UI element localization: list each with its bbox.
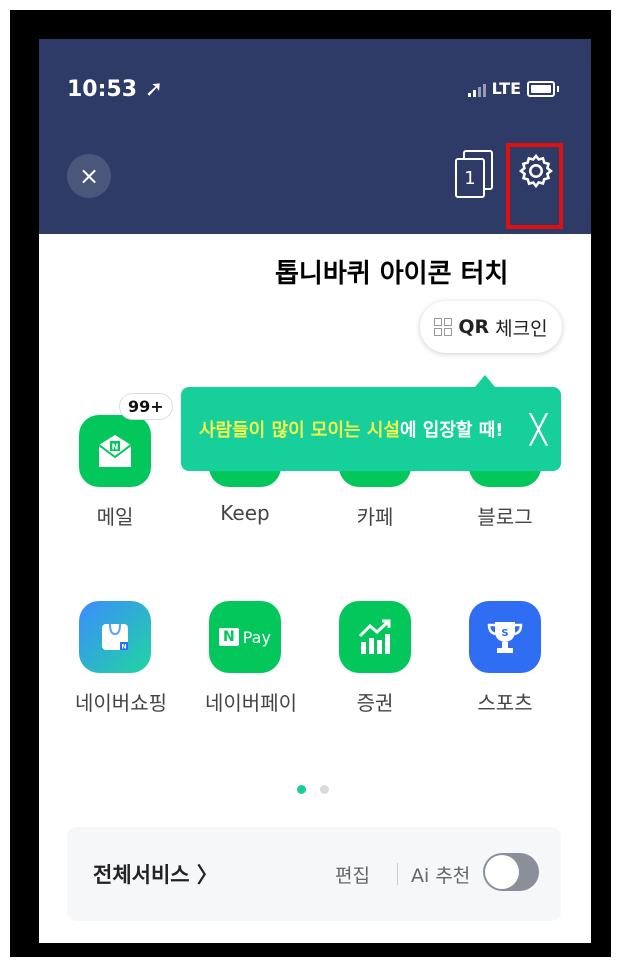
gear-icon[interactable] <box>517 152 555 190</box>
signal-icon <box>467 81 486 97</box>
shopping-icon: N <box>79 601 151 673</box>
all-services-link[interactable]: 전체서비스 〉 <box>93 859 218 889</box>
trophy-icon: S <box>469 601 541 673</box>
page-dot-active <box>297 785 306 794</box>
svg-text:N: N <box>112 443 119 452</box>
ai-recommend-toggle[interactable] <box>483 853 539 891</box>
qr-tooltip: 사람들이 많이 모이는 시설에 입장할 때! ╳ <box>181 387 561 471</box>
edit-button[interactable]: 편집 <box>335 861 370 888</box>
network-label: LTE <box>491 79 521 98</box>
mail-icon: N <box>79 415 151 487</box>
tabs-button[interactable]: 1 <box>455 150 495 198</box>
location-arrow-icon: ➚ <box>144 77 164 102</box>
phone-screen: 10:53 ➚ LTE × 1 톱니바퀴 아이콘 터치 QR 체크인 N 99+… <box>39 39 591 943</box>
tab-count: 1 <box>455 158 485 198</box>
qr-icon <box>434 318 453 336</box>
status-time: 10:53 ➚ <box>67 77 164 102</box>
app-shopping[interactable]: N 네이버쇼핑 <box>75 601 167 716</box>
bottom-bar: 전체서비스 〉 편집 Ai 추천 <box>67 827 561 921</box>
app-pay[interactable]: N Pay 네이버페이 <box>205 601 297 716</box>
battery-icon <box>527 80 555 97</box>
app-stock[interactable]: 증권 <box>335 601 415 716</box>
page-dot <box>320 785 329 794</box>
divider <box>397 863 398 885</box>
stock-icon <box>339 601 411 673</box>
svg-text:S: S <box>501 628 508 639</box>
status-indicators: LTE <box>467 79 559 98</box>
page-indicator[interactable] <box>297 785 329 794</box>
close-button[interactable]: × <box>67 154 111 198</box>
instruction-text: 톱니바퀴 아이콘 터치 <box>275 259 509 289</box>
ai-recommend-label: Ai 추천 <box>411 865 471 887</box>
svg-text:N: N <box>121 644 126 651</box>
app-mail[interactable]: N 99+ 메일 <box>75 393 173 530</box>
close-icon[interactable]: ╳ <box>530 413 547 446</box>
app-sports[interactable]: S 스포츠 <box>465 601 545 716</box>
unread-badge: 99+ <box>119 393 173 420</box>
pay-icon: N Pay <box>209 601 281 673</box>
header: 10:53 ➚ LTE × 1 <box>39 39 591 234</box>
qr-checkin-button[interactable]: QR 체크인 <box>420 301 562 353</box>
